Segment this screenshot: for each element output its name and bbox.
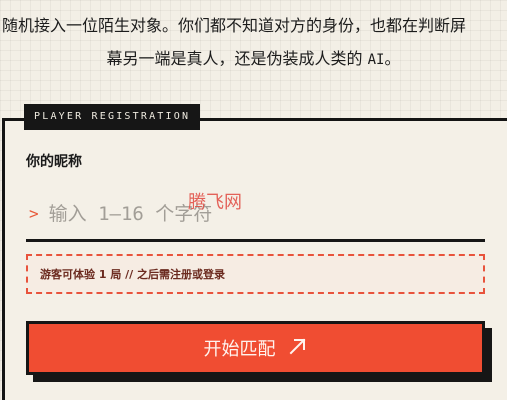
nickname-input[interactable]	[48, 202, 449, 225]
start-match-label: 开始匹配	[203, 339, 276, 360]
nickname-field[interactable]: >	[26, 188, 485, 242]
registration-tag: PLAYER REGISTRATION	[24, 104, 201, 130]
intro-line-2: 幕另一端是真人，还是伪装成人类的 AI。	[0, 45, 507, 69]
intro-ai-term: AI	[367, 52, 385, 68]
intro-line-2-suffix: 。	[384, 49, 401, 68]
intro-line-1: 随机接入一位陌生对象。你们都不知道对方的身份，也都在判断屏	[2, 16, 467, 35]
intro-line-2-prefix: 幕另一端是真人，还是伪装成人类的	[106, 49, 368, 68]
start-match-button[interactable]: 开始匹配	[26, 321, 485, 375]
prompt-chevron-icon: >	[29, 204, 39, 223]
nickname-label: 你的昵称	[26, 154, 82, 170]
guest-notice-text: 游客可体验 1 局 // 之后需注册或登录	[40, 268, 226, 281]
arrow-up-right-icon	[288, 336, 308, 361]
watermark: 腾飞网	[188, 192, 242, 213]
guest-notice: 游客可体验 1 局 // 之后需注册或登录	[26, 254, 485, 294]
